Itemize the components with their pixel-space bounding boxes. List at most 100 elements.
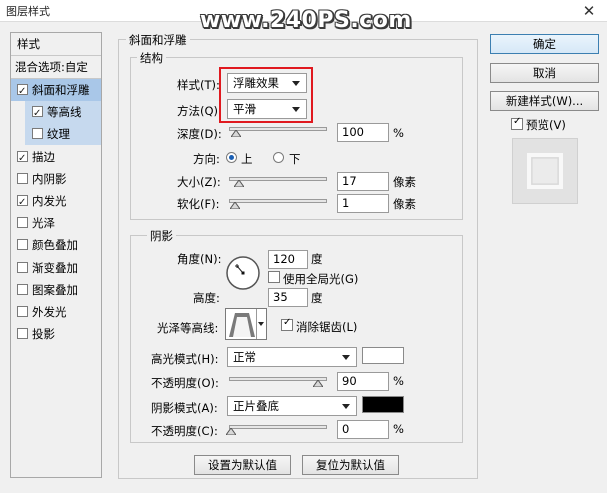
style-item-texture[interactable]: 纹理 <box>25 123 101 146</box>
checkmark-icon: ✓ <box>283 317 292 328</box>
highlight-annotation-box <box>219 67 313 123</box>
style-item-checkbox[interactable] <box>17 306 28 317</box>
soften-slider[interactable] <box>229 199 327 203</box>
style-item-label: 描边 <box>32 149 55 164</box>
style-item-stroke[interactable]: 描边 <box>11 146 101 170</box>
highlight-opacity-thumb[interactable] <box>313 380 323 387</box>
style-item-label: 投影 <box>32 327 55 342</box>
altitude-input[interactable]: 35 <box>268 288 308 307</box>
depth-slider[interactable] <box>229 127 327 131</box>
gloss-contour-label: 光泽等高线: <box>157 321 219 335</box>
style-item-color-overlay[interactable]: 颜色叠加 <box>11 234 101 256</box>
style-item-checkbox[interactable] <box>17 81 28 103</box>
style-item-label: 斜面和浮雕 <box>32 83 90 97</box>
style-item-label: 等高线 <box>47 105 82 120</box>
direction-label: 方向: <box>193 152 220 166</box>
shadow-mode-select[interactable]: 正片叠底 <box>227 396 357 416</box>
style-item-checkbox[interactable] <box>17 328 28 340</box>
size-input[interactable]: 17 <box>337 172 389 191</box>
shading-title: 阴影 <box>147 228 176 244</box>
style-item-checkbox[interactable] <box>17 261 28 273</box>
preview-label: 预览(V) <box>526 118 566 132</box>
style-item-pattern-overlay[interactable]: 图案叠加 <box>11 279 101 301</box>
style-item-checkbox[interactable] <box>17 283 28 295</box>
shadow-opacity-thumb[interactable] <box>226 428 236 435</box>
soften-unit: 像素 <box>393 197 416 211</box>
size-unit: 像素 <box>393 175 416 189</box>
style-item-checkbox[interactable] <box>17 239 28 251</box>
angle-input[interactable]: 120 <box>268 250 308 269</box>
watermark: www.240PS.com <box>200 8 412 33</box>
shadow-opacity-input[interactable]: 0 <box>337 420 389 439</box>
depth-slider-thumb[interactable] <box>231 130 241 137</box>
altitude-label: 高度: <box>193 291 220 305</box>
contour-thumbnail-icon <box>227 309 257 339</box>
highlight-opacity-input[interactable]: 90 <box>337 372 389 391</box>
structure-title: 结构 <box>137 50 166 66</box>
depth-unit: % <box>393 126 404 140</box>
styles-list-panel: 样式 混合选项:自定 斜面和浮雕等高线纹理描边内阴影内发光光泽颜色叠加渐变叠加图… <box>10 32 102 478</box>
direction-down-label: 下 <box>289 152 301 166</box>
preview-checkbox[interactable]: ✓ <box>511 116 523 130</box>
direction-up-radio[interactable] <box>226 152 237 163</box>
anti-alias-checkbox[interactable]: ✓ <box>281 317 293 331</box>
style-item-label: 纹理 <box>47 127 70 142</box>
style-label: 样式(T): <box>177 78 220 92</box>
style-item-checkbox[interactable] <box>32 128 43 140</box>
style-item-contour[interactable]: 等高线 <box>25 101 101 125</box>
angle-dial[interactable] <box>225 255 261 291</box>
soften-input[interactable]: 1 <box>337 194 389 213</box>
shadow-color-swatch[interactable] <box>362 396 404 413</box>
highlight-mode-label: 高光模式(H): <box>151 352 219 366</box>
highlight-opacity-label: 不透明度(O): <box>151 376 219 390</box>
style-item-label: 渐变叠加 <box>32 260 78 275</box>
style-item-satin[interactable]: 光泽 <box>11 212 101 234</box>
style-preview-thumbnail <box>512 138 578 204</box>
checkmark-icon: ✓ <box>513 116 522 127</box>
anti-alias-label: 消除锯齿(L) <box>296 320 358 334</box>
soften-slider-thumb[interactable] <box>230 202 240 209</box>
direction-up-label: 上 <box>241 152 253 166</box>
bevel-emboss-title: 斜面和浮雕 <box>126 32 190 48</box>
reset-default-button[interactable]: 复位为默认值 <box>302 455 399 475</box>
global-light-label: 使用全局光(G) <box>283 272 359 286</box>
style-item-label: 光泽 <box>32 216 55 231</box>
style-item-checkbox[interactable] <box>17 217 28 229</box>
styles-header[interactable]: 样式 <box>11 33 101 55</box>
altitude-unit: 度 <box>311 291 323 305</box>
highlight-mode-select[interactable]: 正常 <box>227 347 357 367</box>
blend-options-item[interactable]: 混合选项:自定 <box>11 56 101 78</box>
direction-down-radio[interactable] <box>273 152 284 163</box>
chevron-down-icon <box>342 404 350 409</box>
depth-input[interactable]: 100 <box>337 123 389 142</box>
size-slider-thumb[interactable] <box>234 180 244 187</box>
preview-swatch-icon <box>513 139 577 203</box>
style-item-checkbox[interactable] <box>17 172 28 184</box>
style-item-bevel-emboss[interactable]: 斜面和浮雕 <box>11 79 101 103</box>
style-item-inner-glow[interactable]: 内发光 <box>11 190 101 214</box>
technique-label: 方法(Q): <box>177 104 222 118</box>
style-item-label: 颜色叠加 <box>32 238 78 253</box>
style-item-label: 外发光 <box>32 305 67 319</box>
shadow-opacity-slider[interactable] <box>229 425 327 429</box>
angle-unit: 度 <box>311 252 323 266</box>
chevron-down-icon <box>258 322 264 326</box>
shadow-opacity-unit: % <box>393 422 404 436</box>
new-style-button[interactable]: 新建样式(W)... <box>490 91 599 111</box>
gloss-contour-picker[interactable] <box>225 308 267 340</box>
size-label: 大小(Z): <box>177 175 221 189</box>
style-item-gradient-overlay[interactable]: 渐变叠加 <box>11 257 101 279</box>
ok-button[interactable]: 确定 <box>490 34 599 54</box>
global-light-checkbox[interactable] <box>268 271 280 283</box>
highlight-color-swatch[interactable] <box>362 347 404 364</box>
style-item-drop-shadow[interactable]: 投影 <box>11 323 101 345</box>
cancel-button[interactable]: 取消 <box>490 63 599 83</box>
style-item-checkbox[interactable] <box>32 103 43 125</box>
chevron-down-icon <box>342 355 350 360</box>
style-item-outer-glow[interactable]: 外发光 <box>11 301 101 323</box>
style-item-checkbox[interactable] <box>17 148 28 170</box>
close-icon[interactable]: ✕ <box>578 2 600 20</box>
style-item-checkbox[interactable] <box>17 192 28 214</box>
style-item-inner-shadow[interactable]: 内阴影 <box>11 168 101 190</box>
make-default-button[interactable]: 设置为默认值 <box>194 455 291 475</box>
